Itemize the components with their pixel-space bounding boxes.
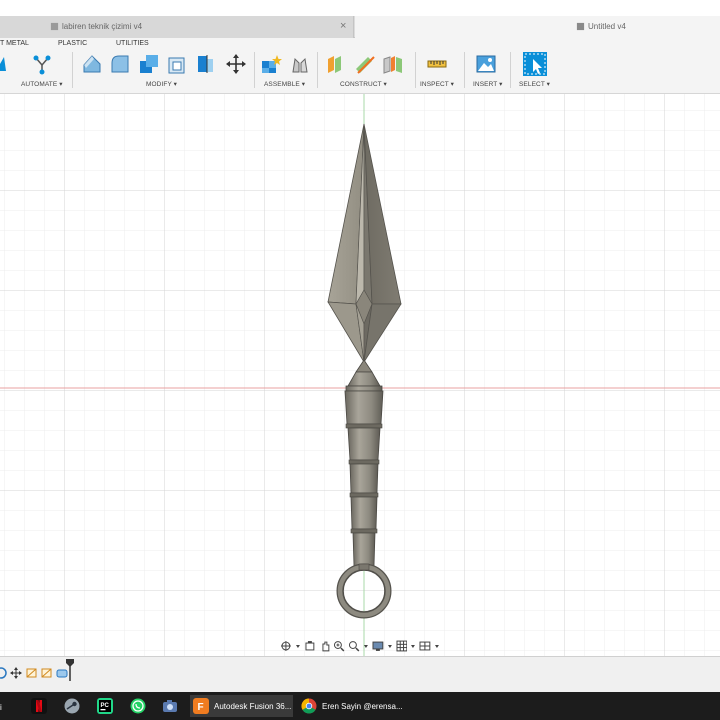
divider — [254, 52, 255, 88]
camera-icon — [163, 700, 177, 712]
chevron-down-icon[interactable] — [295, 640, 301, 652]
windows-taskbar: i PC F Autodesk Fusion 36... Eren Sayin … — [0, 692, 720, 720]
taskbar-fragment-label: i — [0, 702, 2, 712]
midplane-icon[interactable] — [382, 53, 404, 75]
svg-text:F: F — [198, 702, 204, 713]
viewport-canvas[interactable] — [0, 94, 720, 656]
joint-icon[interactable] — [289, 53, 311, 75]
pan-icon[interactable] — [319, 640, 331, 652]
taskbar-fusion-label: Autodesk Fusion 36... — [214, 701, 292, 711]
divider — [464, 52, 465, 88]
zoom-icon[interactable] — [333, 640, 345, 652]
taskbar-chrome-label: Eren Sayin @erensa... — [322, 701, 403, 711]
taskbar-chrome[interactable]: Eren Sayin @erensa... — [298, 695, 403, 717]
align-icon[interactable] — [195, 53, 217, 75]
taskbar-pycharm[interactable]: PC — [97, 695, 118, 717]
grid-settings-icon[interactable] — [396, 640, 408, 652]
taskbar-netflix[interactable] — [31, 695, 52, 717]
chevron-down-icon[interactable] — [387, 640, 393, 652]
divider — [317, 52, 318, 88]
divider — [510, 52, 511, 88]
automate-icon[interactable] — [31, 53, 53, 75]
fillet-icon[interactable] — [109, 53, 131, 75]
construct-menu[interactable]: CONSTRUCT ▾ — [340, 80, 387, 88]
tab-untitled-label: Untitled v4 — [588, 22, 626, 31]
assemble-menu[interactable]: ASSEMBLE ▾ — [264, 80, 305, 88]
new-component-icon[interactable] — [260, 53, 282, 75]
viewport-nav-toolbar — [280, 638, 440, 654]
taskbar-fusion[interactable]: F Autodesk Fusion 36... — [190, 695, 293, 717]
viewport-grid — [0, 94, 720, 656]
window-top-strip — [0, 0, 720, 16]
tab-utilities[interactable]: UTILITIES — [116, 40, 149, 47]
timeline-bar — [0, 656, 720, 692]
timeline-sketch-icon[interactable] — [25, 666, 39, 680]
toolbar-ribbon: T METAL PLASTIC UTILITIES AUTOMATE ▾ MOD… — [0, 38, 720, 94]
display-settings-icon[interactable] — [372, 640, 384, 652]
press-pull-icon[interactable] — [81, 53, 103, 75]
tab-labiren-label: labiren teknik çizimi v4 — [62, 22, 143, 31]
pycharm-icon: PC — [97, 698, 113, 714]
timeline-marker-icon[interactable] — [66, 659, 74, 681]
document-icon — [50, 22, 59, 31]
divider — [72, 52, 73, 88]
chevron-down-icon[interactable] — [434, 640, 440, 652]
plane-at-angle-icon[interactable] — [354, 53, 376, 75]
move-icon[interactable] — [225, 53, 247, 75]
insert-image-icon[interactable] — [475, 53, 497, 75]
tab-labiren-teknik[interactable]: labiren teknik çizimi v4 × — [0, 16, 354, 38]
close-tab-icon[interactable]: × — [340, 20, 346, 32]
taskbar-steam[interactable] — [64, 695, 85, 717]
fusion-360-icon: F — [193, 698, 209, 714]
taskbar-camera[interactable] — [162, 695, 183, 717]
whatsapp-icon — [130, 698, 146, 714]
combine-icon[interactable] — [138, 53, 160, 75]
inspect-menu[interactable]: INSPECT ▾ — [420, 80, 454, 88]
viewports-icon[interactable] — [419, 640, 431, 652]
chevron-down-icon[interactable] — [363, 640, 369, 652]
tab-sheet-metal[interactable]: T METAL — [0, 40, 29, 47]
select-menu[interactable]: SELECT ▾ — [519, 80, 550, 88]
taskbar-whatsapp[interactable] — [130, 695, 151, 717]
timeline-move-icon[interactable] — [10, 667, 22, 679]
timeline-back-icon[interactable] — [0, 666, 8, 680]
orbit-icon[interactable] — [280, 640, 292, 652]
offset-plane-icon[interactable] — [325, 53, 347, 75]
tab-untitled[interactable]: Untitled v4 — [355, 16, 720, 38]
document-icon — [576, 22, 585, 31]
document-tab-bar: labiren teknik çizimi v4 × Untitled v4 — [0, 16, 720, 38]
tab-plastic[interactable]: PLASTIC — [58, 40, 87, 47]
insert-menu[interactable]: INSERT ▾ — [473, 80, 502, 88]
chrome-icon — [301, 698, 317, 714]
select-icon[interactable] — [522, 51, 548, 77]
divider — [415, 52, 416, 88]
automate-menu[interactable]: AUTOMATE ▾ — [21, 80, 63, 88]
create-tool-icon[interactable] — [0, 53, 14, 75]
steam-icon — [64, 698, 80, 714]
look-at-icon[interactable] — [304, 640, 316, 652]
chevron-down-icon[interactable] — [410, 640, 416, 652]
modify-menu[interactable]: MODIFY ▾ — [146, 80, 177, 88]
measure-icon[interactable] — [426, 53, 448, 75]
svg-text:PC: PC — [101, 703, 110, 709]
fit-icon[interactable] — [348, 640, 360, 652]
netflix-icon — [31, 698, 47, 714]
timeline-sketch-icon[interactable] — [40, 666, 54, 680]
shell-icon[interactable] — [166, 53, 188, 75]
